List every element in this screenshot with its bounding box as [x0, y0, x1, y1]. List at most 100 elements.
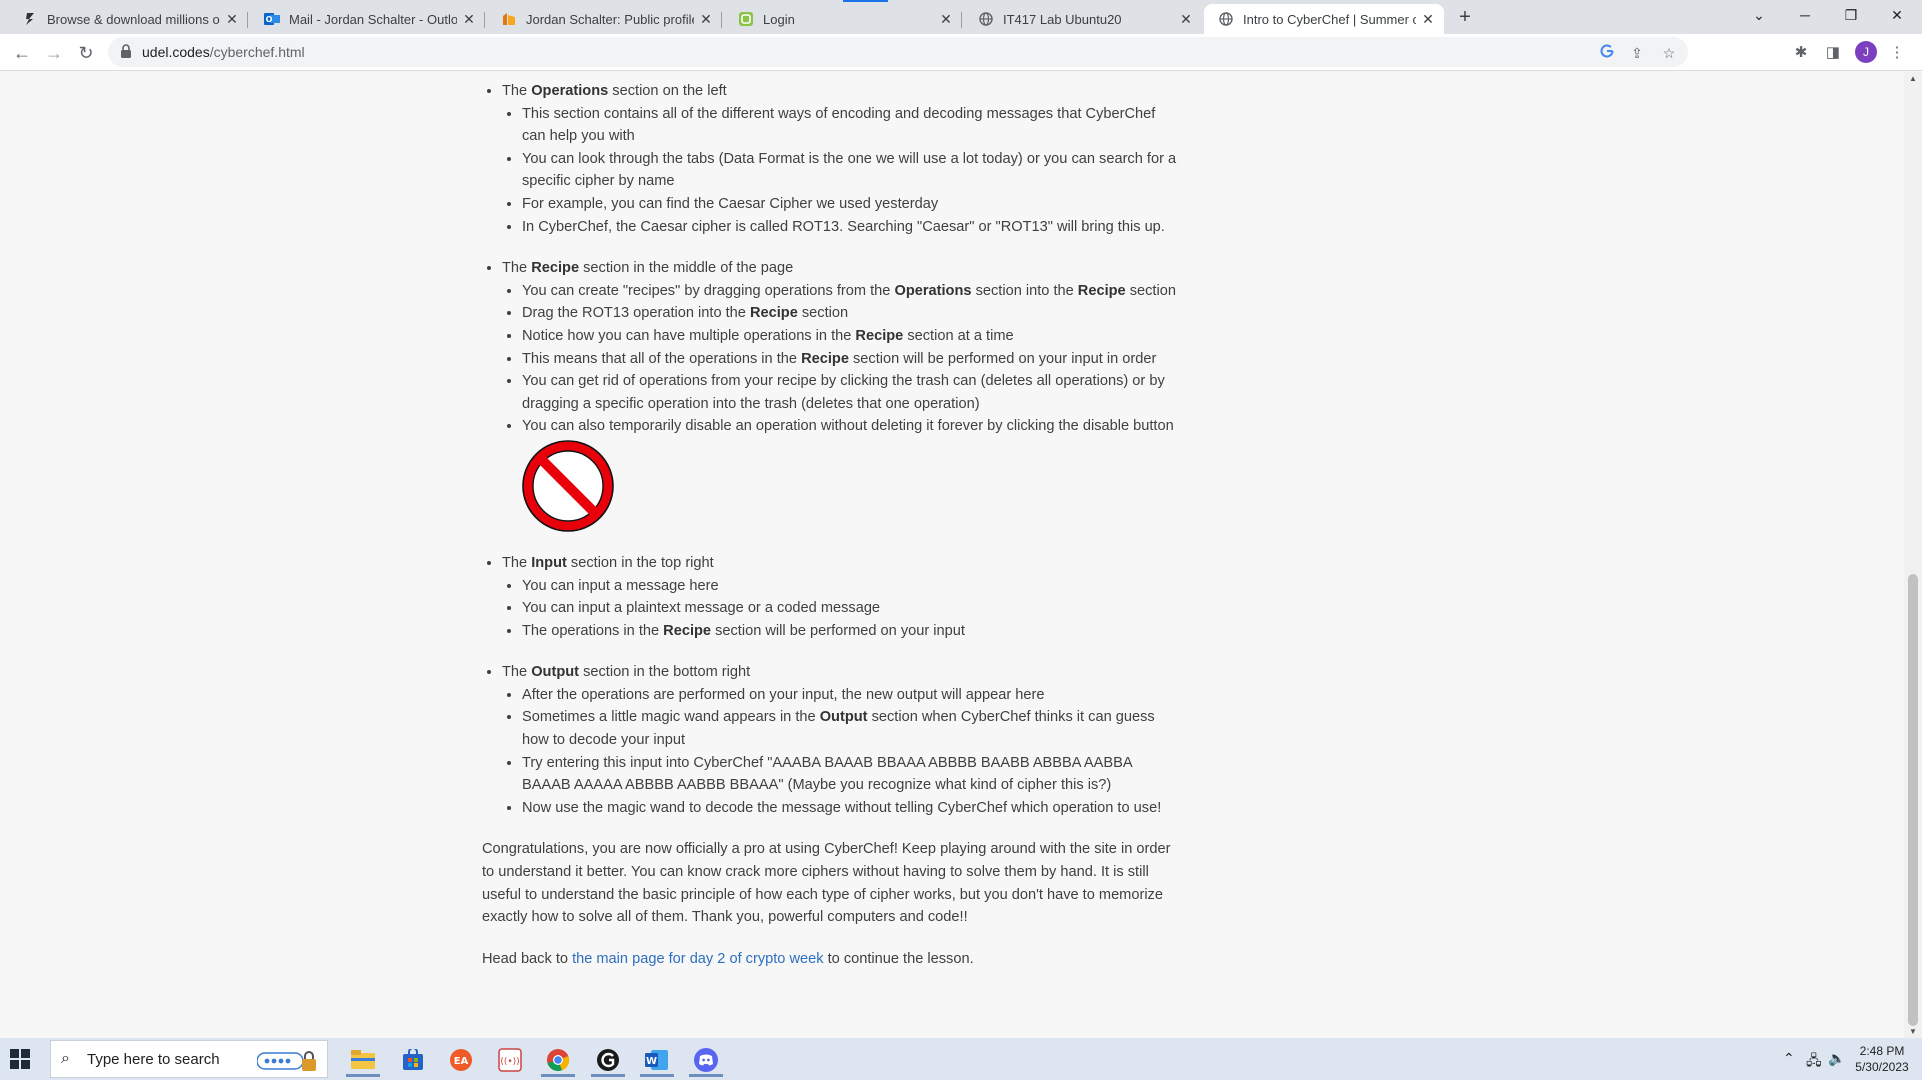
text: The — [502, 83, 532, 99]
svg-text:EA: EA — [454, 1056, 469, 1067]
list-item: The Input section in the top right You c… — [502, 552, 1182, 642]
list-item: You can look through the tabs (Data Form… — [522, 148, 1182, 193]
globe-icon — [1218, 11, 1234, 27]
tab-outlook-mail[interactable]: O Mail - Jordan Schalter - Outlook ✕ — [250, 4, 485, 34]
profile-icon — [501, 11, 517, 27]
tab-it417-lab[interactable]: IT417 Lab Ubuntu20 ✕ — [964, 4, 1202, 34]
text: section in the middle of the page — [579, 260, 794, 277]
close-icon[interactable]: ✕ — [1420, 11, 1436, 27]
restore-button[interactable]: ❐ — [1828, 0, 1874, 30]
url-host: udel.codes — [142, 44, 210, 60]
browser-toolbar: ← → ↻ udel.codes/cyberchef.html ⇪ ☆ ✱ ◨ … — [0, 34, 1922, 71]
tab-intro-cyberchef[interactable]: Intro to CyberChef | Summer of C ✕ — [1204, 4, 1444, 34]
reload-button[interactable]: ↻ — [72, 39, 100, 67]
disable-icon — [522, 440, 614, 532]
tab-public-profile[interactable]: Jordan Schalter: Public profile ✕ — [487, 4, 722, 34]
text: This means that all of the operations in… — [522, 350, 802, 367]
address-bar[interactable]: udel.codes/cyberchef.html ⇪ ☆ — [108, 37, 1688, 67]
new-tab-button[interactable]: + — [1454, 7, 1476, 29]
network-icon[interactable]: 🖧 — [1806, 1050, 1822, 1074]
list-item: You can create "recipes" by dragging ope… — [522, 280, 1182, 303]
active-indicator — [640, 1074, 674, 1077]
close-icon[interactable]: ✕ — [938, 11, 954, 27]
svg-text:O: O — [266, 15, 273, 24]
output-section-list: The Output section in the bottom right A… — [482, 661, 1182, 819]
scroll-down-arrow[interactable]: ▼ — [1908, 1027, 1918, 1036]
discord-icon[interactable] — [686, 1043, 726, 1077]
globe-icon — [978, 11, 994, 27]
list-item: In CyberChef, the Caesar cipher is calle… — [522, 216, 1182, 239]
close-window-button[interactable]: ✕ — [1874, 0, 1920, 30]
text: section will be performed on your input … — [848, 350, 1157, 367]
close-icon[interactable]: ✕ — [224, 11, 240, 27]
close-icon[interactable]: ✕ — [1178, 11, 1194, 27]
browser-tab-strip: Browse & download millions of p ✕ O Mail… — [0, 0, 1922, 34]
avatar[interactable]: J — [1855, 41, 1877, 63]
list-item: You can get rid of operations from your … — [522, 370, 1182, 415]
lock-icon[interactable] — [120, 44, 134, 60]
list-item: You can input a plaintext message or a c… — [522, 597, 1182, 620]
scrollbar-thumb[interactable] — [1908, 574, 1918, 1026]
text: section will be performed on your input — [711, 622, 965, 639]
windows-start-icon[interactable] — [10, 1049, 30, 1069]
extensions-icon[interactable]: ✱ — [1790, 42, 1812, 64]
list-item: For example, you can find the Caesar Cip… — [522, 193, 1182, 216]
audio-app-icon[interactable]: ((•)) — [490, 1043, 530, 1077]
list-item: This section contains all of the differe… — [522, 103, 1182, 148]
list-item: You can input a message here — [522, 575, 1182, 598]
text: The operations in the — [522, 622, 664, 639]
list-item: Now use the magic wand to decode the mes… — [522, 797, 1182, 820]
tab-title: Jordan Schalter: Public profile — [526, 11, 694, 27]
outlook-icon: O — [264, 11, 280, 27]
text: The — [502, 260, 532, 277]
close-icon[interactable]: ✕ — [698, 11, 714, 27]
list-item: Notice how you can have multiple operati… — [522, 325, 1182, 348]
tab-browse-download[interactable]: Browse & download millions of p ✕ — [8, 4, 248, 34]
google-lens-icon[interactable] — [1598, 44, 1616, 62]
taskbar-clock[interactable]: 2:48 PM 5/30/2023 — [1852, 1043, 1912, 1075]
tab-search-button[interactable]: ⌄ — [1736, 0, 1782, 30]
close-icon[interactable]: ✕ — [461, 11, 477, 27]
back-button[interactable]: ← — [8, 39, 36, 67]
text-bold: Recipe — [663, 622, 712, 639]
show-hidden-icons-icon[interactable]: ⌃ — [1783, 1050, 1795, 1067]
ea-icon[interactable]: EA — [441, 1043, 481, 1077]
windows-taskbar: ⌕ Type here to search EA ((•)) W ⌃ 🖧 🔈 2… — [0, 1038, 1922, 1080]
text-bold: Output — [531, 664, 580, 681]
text: section in the top right — [566, 554, 714, 571]
site-icon — [22, 11, 38, 27]
login-icon — [738, 11, 754, 27]
github-icon[interactable] — [588, 1043, 628, 1077]
list-item: The Recipe section in the middle of the … — [502, 257, 1182, 532]
text: The — [502, 554, 532, 571]
taskbar-search-box[interactable]: ⌕ Type here to search — [50, 1040, 328, 1078]
page-viewport: The Operations section on the left This … — [0, 72, 1904, 1038]
chrome-icon[interactable] — [538, 1043, 578, 1077]
tab-title: IT417 Lab Ubuntu20 — [1003, 11, 1122, 27]
active-indicator — [591, 1074, 625, 1077]
tab-login[interactable]: Login ✕ — [724, 4, 962, 34]
share-icon[interactable]: ⇪ — [1628, 44, 1646, 62]
clock-time: 2:48 PM — [1859, 1044, 1905, 1058]
forward-button[interactable]: → — [40, 39, 68, 67]
text: section — [1125, 282, 1176, 299]
word-icon[interactable]: W — [637, 1043, 677, 1077]
text-bold: Operations — [531, 83, 609, 99]
store-icon[interactable] — [393, 1043, 433, 1077]
congrats-paragraph: Congratulations, you are now officially … — [482, 841, 1171, 926]
active-indicator — [541, 1074, 575, 1077]
list-item: After the operations are performed on yo… — [522, 684, 1182, 707]
file-explorer-icon[interactable] — [343, 1043, 383, 1077]
main-page-link[interactable]: the main page for day 2 of crypto week — [572, 951, 823, 967]
scroll-up-arrow[interactable]: ▲ — [1908, 74, 1918, 83]
text: You can create "recipes" by dragging ope… — [522, 282, 895, 299]
side-panel-icon[interactable]: ◨ — [1822, 42, 1844, 64]
bookmark-star-icon[interactable]: ☆ — [1660, 44, 1678, 62]
text: section at a time — [903, 327, 1014, 344]
menu-icon[interactable]: ⋮ — [1886, 42, 1908, 64]
vertical-scrollbar[interactable]: ▲ ▼ — [1904, 72, 1922, 1038]
tab-title: Intro to CyberChef | Summer of C — [1243, 11, 1416, 27]
volume-icon[interactable]: 🔈 — [1828, 1050, 1845, 1067]
svg-text:W: W — [646, 1056, 657, 1067]
minimize-button[interactable]: ─ — [1782, 0, 1828, 30]
